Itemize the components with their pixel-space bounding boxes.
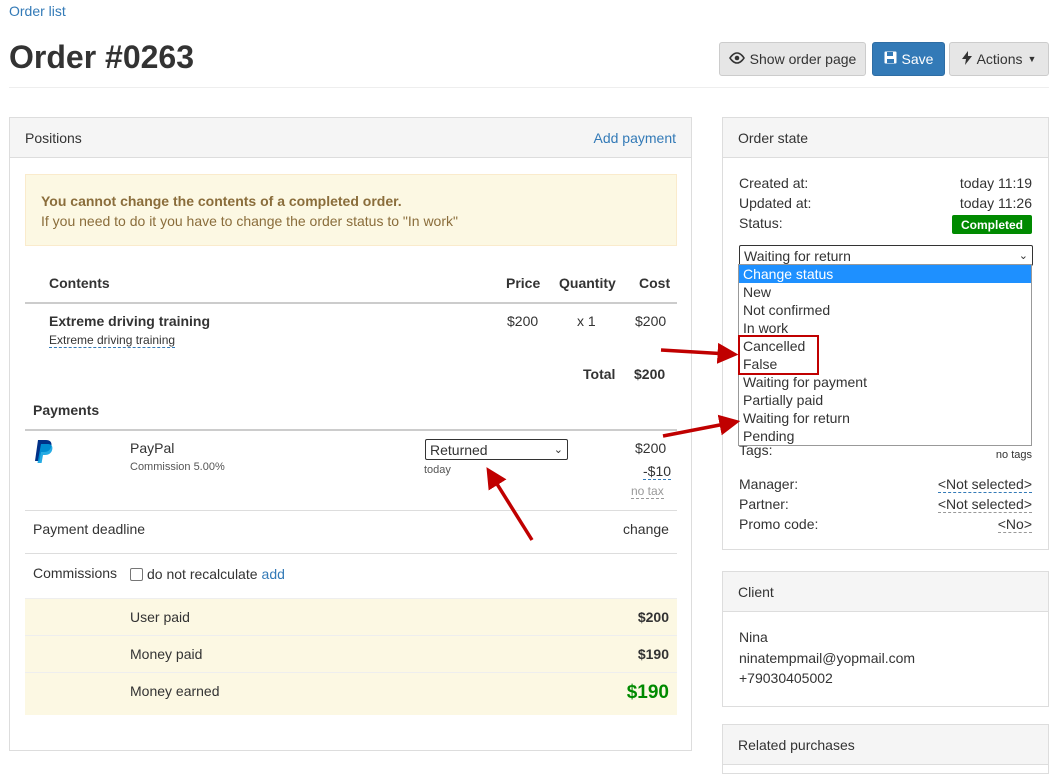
updated-value: today 11:26 [959,195,1032,211]
caret-down-icon: ▼ [1027,54,1037,64]
status-option[interactable]: Waiting for return [739,409,1031,427]
payment-status-value: Returned [430,441,488,458]
money-earned-row: Money earned $190 [25,672,677,715]
table-header-divider [25,302,677,304]
floppy-disk-icon [884,51,897,67]
save-button[interactable]: Save [872,42,945,76]
order-status-select[interactable]: Waiting for return ⌄ [739,245,1033,266]
payments-title: Payments [33,402,100,418]
payment-method-link[interactable]: PayPal [130,440,174,456]
updated-label: Updated at: [739,195,812,211]
partner-label: Partner: [739,496,789,512]
payment-amount: $200 [635,440,667,456]
column-contents: Contents [49,275,110,291]
warning-title: You cannot change the contents of a comp… [41,193,402,209]
money-paid-row: Money paid $190 [25,635,677,672]
user-paid-value: $200 [637,609,669,625]
no-recalc-checkbox[interactable] [130,567,143,581]
paypal-logo-icon [33,439,55,468]
client-panel: Client Nina ninatempmail@yopmail.com +79… [722,571,1049,707]
item-sub-link[interactable]: Extreme driving training [49,333,176,348]
warning-text: If you need to do it you have to change … [41,213,458,229]
payment-commission: Commission 5.00% [130,461,225,473]
save-label: Save [901,51,934,67]
payment-fee-link[interactable]: -$10 [643,463,672,480]
status-option[interactable]: Change status [739,265,1031,283]
lightning-icon [961,50,972,68]
positions-panel: Positions Add payment You cannot change … [9,117,692,751]
tags-value: no tags [995,449,1032,461]
payment-status-select[interactable]: Returned ⌄ [425,439,568,460]
client-title: Client [738,583,774,600]
chevron-down-icon: ⌄ [1018,250,1028,262]
payment-deadline-label: Payment deadline [33,521,146,537]
status-option[interactable]: Pending [739,427,1031,445]
page-title: Order #0263 [9,39,195,75]
show-order-page-button[interactable]: Show order page [719,42,866,76]
column-price: Price [506,275,541,291]
breadcrumb-order-list[interactable]: Order list [9,3,66,19]
item-cost: $200 [635,313,667,329]
commissions-label: Commissions [33,565,118,581]
created-value: today 11:19 [959,175,1032,191]
status-label: Status: [739,215,783,231]
partner-select-link[interactable]: <Not selected> [937,496,1032,513]
user-paid-row: User paid $200 [25,598,677,635]
money-paid-value: $190 [637,646,669,662]
payments-divider [25,429,677,431]
actions-dropdown-button[interactable]: Actions ▼ [949,42,1049,76]
column-cost: Cost [639,275,671,291]
related-purchases-title: Related purchases [738,736,855,753]
payment-deadline-change-link[interactable]: change [623,521,669,537]
positions-title: Positions [25,129,82,146]
client-name-link[interactable]: Nina [739,629,768,645]
total-label: Total [583,366,616,382]
status-option[interactable]: Waiting for payment [739,373,1031,391]
promo-code-label: Promo code: [739,516,819,532]
eye-icon [728,51,745,67]
status-option[interactable]: Not confirmed [739,301,1031,319]
chevron-down-icon: ⌄ [553,444,563,456]
manager-label: Manager: [739,476,799,492]
status-badge: Completed [951,215,1032,234]
status-option[interactable]: New [739,283,1031,301]
actions-label: Actions [976,51,1023,67]
created-label: Created at: [739,175,809,191]
no-recalc-label: do not recalculate [147,566,258,582]
no-recalc-option: do not recalculate add [130,566,285,582]
completed-order-warning: You cannot change the contents of a comp… [25,174,677,246]
payment-date: today [424,464,451,476]
column-quantity: Quantity [559,275,616,291]
commission-add-link[interactable]: add [262,566,285,582]
user-paid-label: User paid [130,609,190,625]
row-divider [25,553,677,554]
order-state-title: Order state [738,129,809,146]
payment-tax-link[interactable]: no tax [631,484,664,499]
client-email: ninatempmail@yopmail.com [739,650,916,666]
item-price: $200 [507,313,539,329]
order-status-value: Waiting for return [744,247,851,264]
show-order-page-label: Show order page [749,51,857,67]
item-name-link[interactable]: Extreme driving training [49,313,210,329]
status-option[interactable]: Partially paid [739,391,1031,409]
manager-select-link[interactable]: <Not selected> [937,476,1032,493]
header-divider [9,87,1049,88]
money-paid-label: Money paid [130,646,203,662]
annotation-highlight-box [738,335,819,375]
add-payment-link[interactable]: Add payment [594,130,677,146]
related-purchases-panel: Related purchases [722,724,1049,774]
promo-code-link[interactable]: <No> [997,516,1032,533]
item-quantity: x 1 [577,313,596,329]
money-earned-label: Money earned [130,683,220,699]
money-earned-value: $190 [626,682,669,703]
total-value: $200 [634,366,666,382]
row-divider [25,510,677,511]
client-phone: +79030405002 [739,670,833,686]
